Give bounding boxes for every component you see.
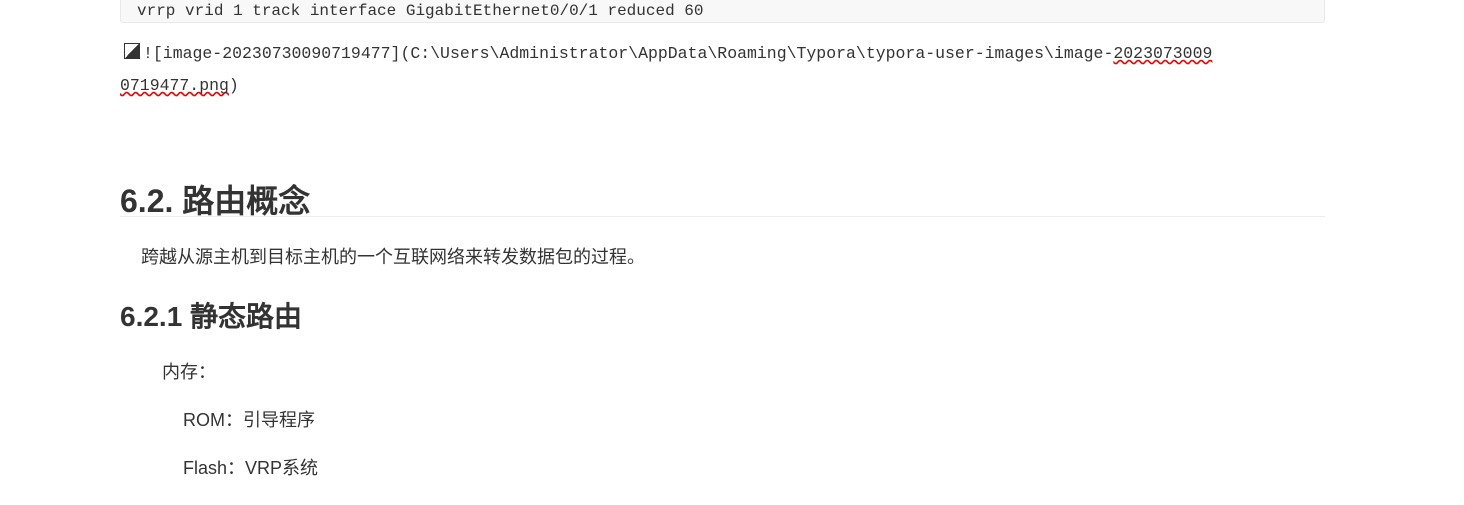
text-flash: Flash：VRP系统 xyxy=(183,458,319,478)
code-line: vrrp vrid 1 track interface GigabitEther… xyxy=(137,2,704,20)
text-rom: ROM：引导程序 xyxy=(183,410,315,430)
image-link-line-2[interactable]: 0719477.png) xyxy=(120,76,239,95)
image-link-line-1[interactable]: ![image-20230730090719477](C:\Users\Admi… xyxy=(124,43,1212,63)
heading-static-routing: 6.2.1 静态路由 xyxy=(120,301,303,332)
code-block[interactable]: vrrp vrid 1 track interface GigabitEther… xyxy=(120,0,1325,23)
broken-image-icon xyxy=(124,43,140,59)
misspelled-text: 2023073009 xyxy=(1113,44,1213,63)
text-memory: 内存： xyxy=(162,362,216,382)
misspelled-text: 0719477.png xyxy=(120,76,229,95)
heading-divider xyxy=(120,216,1325,217)
image-link-close: ) xyxy=(228,76,239,95)
image-link-text: ![image-20230730090719477](C:\Users\Admi… xyxy=(143,44,1114,63)
paragraph-routing: 跨越从源主机到目标主机的一个互联网络来转发数据包的过程。 xyxy=(141,247,645,267)
